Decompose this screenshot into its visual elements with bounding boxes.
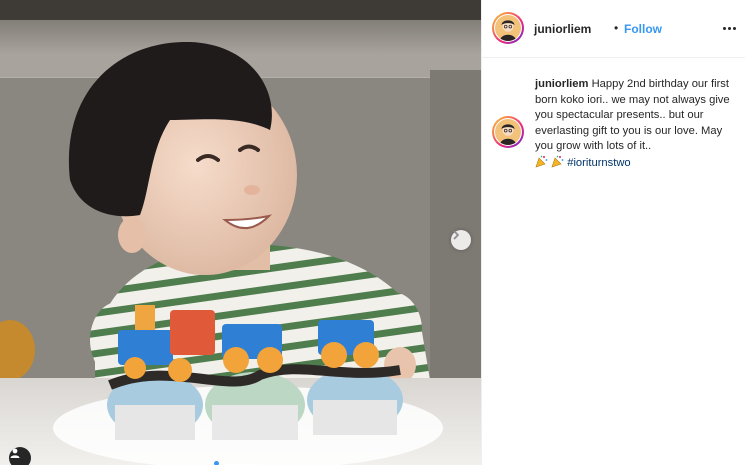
post-header: juniorliem • Follow	[482, 0, 745, 58]
carousel-dot	[230, 461, 235, 465]
carousel-dot	[222, 461, 227, 465]
carousel-dot	[214, 461, 219, 465]
party-popper-icon	[535, 155, 548, 168]
caption-avatar[interactable]	[492, 116, 524, 148]
party-popper-icon	[551, 155, 564, 168]
avatar-image	[495, 15, 521, 41]
carousel-next-button[interactable]	[451, 230, 471, 250]
caption-username-link[interactable]: juniorliem	[535, 78, 588, 90]
hashtag-link[interactable]: #ioriturnstwo	[567, 157, 630, 169]
post-photo[interactable]	[0, 0, 481, 465]
carousel-dot	[254, 461, 259, 465]
post-sidebar: juniorliem • Follow juniorliem Happy 2nd…	[481, 0, 745, 465]
carousel-dot	[238, 461, 243, 465]
header-username-link[interactable]: juniorliem	[534, 22, 591, 36]
more-options-button[interactable]	[719, 18, 739, 38]
follow-button[interactable]: Follow	[624, 22, 662, 36]
separator-dot: •	[614, 21, 619, 35]
more-horizontal-icon	[727, 26, 731, 30]
chevron-right-icon	[453, 230, 459, 240]
photo-image	[0, 0, 481, 465]
carousel-indicator	[214, 461, 259, 465]
more-horizontal-icon	[722, 26, 726, 30]
avatar-image	[495, 119, 521, 145]
tagged-users-button[interactable]	[9, 447, 31, 465]
avatar[interactable]	[492, 12, 524, 44]
user-tag-icon	[10, 448, 20, 458]
post-caption: juniorliem Happy 2nd birthday our first …	[535, 77, 740, 172]
carousel-dot	[246, 461, 251, 465]
more-horizontal-icon	[732, 26, 736, 30]
